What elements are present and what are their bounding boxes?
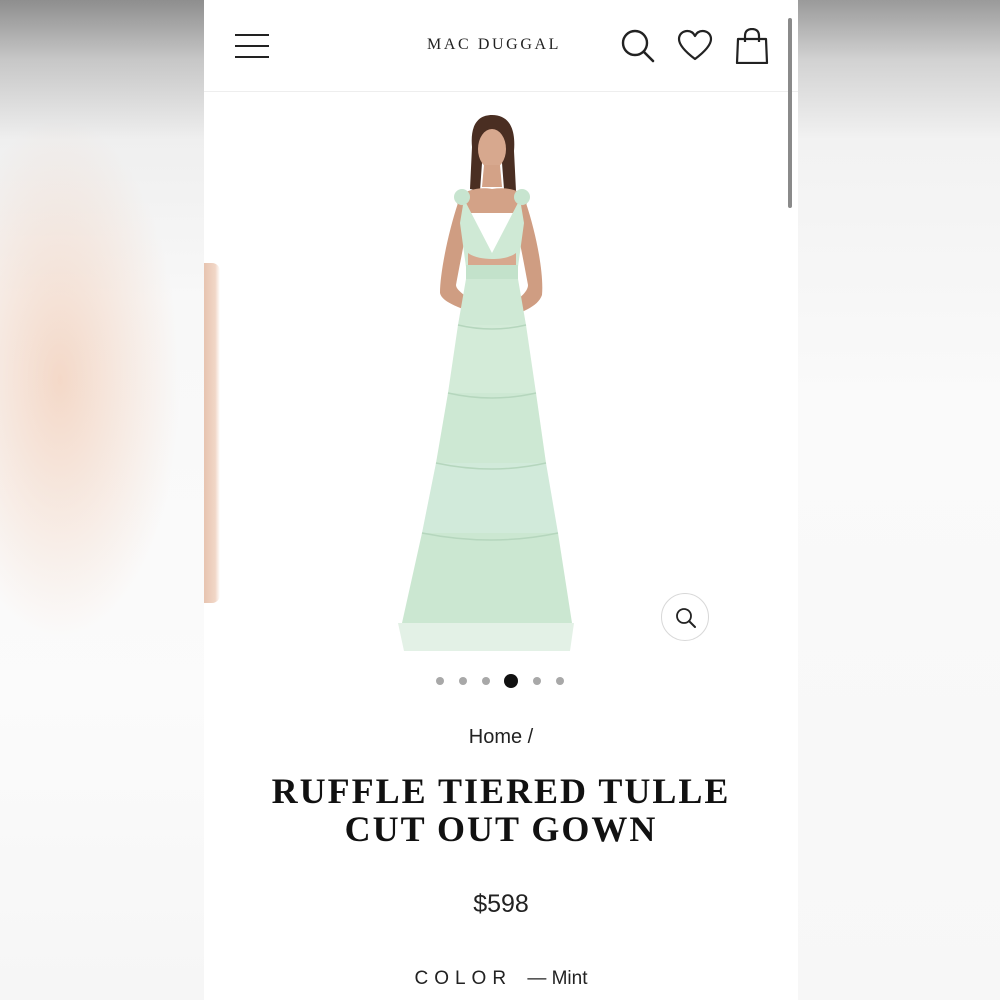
search-button[interactable] [620, 28, 656, 64]
previous-slide-peek[interactable] [204, 263, 220, 603]
color-selector: COLOR — Mint [204, 968, 798, 990]
product-image[interactable] [374, 103, 604, 663]
cart-button[interactable] [734, 27, 770, 65]
site-header: MAC DUGGAL [204, 0, 798, 92]
zoom-button[interactable] [661, 593, 709, 641]
pagination-dot-active[interactable] [504, 674, 518, 688]
heart-icon [677, 29, 713, 61]
pagination-dot[interactable] [459, 677, 467, 685]
pagination-dot[interactable] [533, 677, 541, 685]
product-price: $598 [473, 890, 529, 918]
pagination-dot[interactable] [482, 677, 490, 685]
brand-logo[interactable]: MAC DUGGAL [414, 36, 574, 54]
product-title: RUFFLE TIERED TULLE CUT OUT GOWN [244, 772, 758, 848]
breadcrumb-separator: / [527, 726, 534, 748]
product-gallery[interactable] [204, 93, 798, 663]
menu-button[interactable] [234, 32, 270, 60]
pagination-dot[interactable] [556, 677, 564, 685]
blurred-background-right [798, 0, 1000, 1000]
breadcrumb-home-link[interactable]: Home [469, 726, 522, 748]
search-icon [621, 29, 655, 63]
shopping-bag-icon [735, 27, 769, 65]
zoom-icon [676, 608, 696, 628]
color-label: COLOR [414, 968, 513, 989]
mobile-screen: MAC DUGGAL Home / RUFFLE TIERED TULLE CU… [204, 0, 798, 1000]
product-title-line-1: RUFFLE TIERED TULLE [271, 771, 731, 811]
pagination-dot[interactable] [436, 677, 444, 685]
product-title-line-2: CUT OUT GOWN [344, 809, 658, 849]
breadcrumb: Home / [204, 726, 798, 749]
gallery-pagination [436, 674, 576, 688]
menu-icon [235, 34, 269, 58]
wishlist-button[interactable] [677, 28, 713, 64]
color-value: — Mint [527, 968, 588, 989]
